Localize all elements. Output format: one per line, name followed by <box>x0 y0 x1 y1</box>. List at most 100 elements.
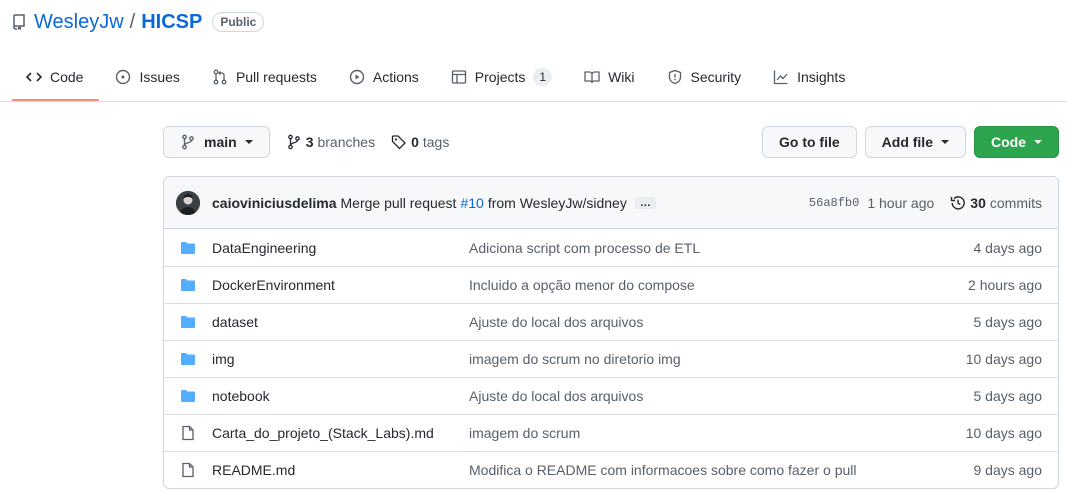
table-icon <box>451 69 467 85</box>
repo-nav-tabs: Code Issues Pull requests Actions Projec… <box>12 54 861 102</box>
file-row: DataEngineering Adiciona script com proce… <box>164 229 1058 266</box>
tabs-divider <box>0 101 1067 102</box>
commits-label: commits <box>989 194 1042 211</box>
code-button[interactable]: Code <box>974 126 1059 158</box>
file-age: 5 days ago <box>973 388 1043 404</box>
file-commit-message-link[interactable]: imagem do scrum no diretorio img <box>469 351 966 367</box>
chevron-down-icon <box>1034 140 1042 144</box>
repo-owner-link[interactable]: WesleyJw <box>34 11 124 34</box>
tab-actions[interactable]: Actions <box>333 54 435 100</box>
tab-label: Wiki <box>608 69 635 85</box>
branches-label: branches <box>317 134 376 150</box>
pull-request-icon <box>212 69 228 85</box>
code-icon <box>26 69 42 85</box>
commit-message-end[interactable]: from WesleyJw/sidney <box>488 195 627 211</box>
file-age: 5 days ago <box>973 314 1043 330</box>
tab-label: Issues <box>139 69 180 85</box>
file-navigation-toolbar: main 3 branches 0 tags Go to file Add fi… <box>163 126 1059 158</box>
tab-label: Projects <box>474 69 526 85</box>
commit-time: 1 hour ago <box>867 194 935 211</box>
branch-name: main <box>204 134 237 150</box>
repo-header: WesleyJw / HICSP Public <box>12 9 265 35</box>
file-age: 10 days ago <box>965 425 1042 441</box>
tag-icon <box>391 134 407 150</box>
file-age: 10 days ago <box>965 351 1042 367</box>
branch-icon <box>180 134 196 150</box>
file-row: README.md Modifica o README com informaco… <box>164 451 1058 488</box>
file-name-link[interactable]: dataset <box>212 314 469 330</box>
tab-label: Security <box>690 69 742 85</box>
commit-message[interactable]: Merge pull request <box>341 195 457 211</box>
file-name-link[interactable]: DataEngineering <box>212 240 469 256</box>
add-file-label: Add file <box>881 134 933 150</box>
file-commit-message-link[interactable]: Adiciona script com processo de ETL <box>469 240 974 256</box>
commit-sha-link[interactable]: 56a8fb0 <box>809 196 859 210</box>
graph-icon <box>773 69 789 85</box>
commit-author-link[interactable]: caioviniciusdelima <box>212 195 337 211</box>
file-age: 2 hours ago <box>968 277 1042 293</box>
folder-icon <box>180 240 196 256</box>
tab-wiki[interactable]: Wiki <box>568 54 650 100</box>
chevron-down-icon <box>941 140 949 144</box>
commit-pr-link[interactable]: #10 <box>460 195 483 211</box>
file-name-link[interactable]: notebook <box>212 388 469 404</box>
file-row: DockerEnvironment Incluido a opção menor … <box>164 266 1058 303</box>
tab-label: Actions <box>372 69 419 85</box>
projects-count-badge: 1 <box>533 68 553 86</box>
file-age: 9 days ago <box>973 462 1043 478</box>
branches-count: 3 <box>305 134 314 150</box>
file-name-link[interactable]: DockerEnvironment <box>212 277 469 293</box>
repo-icon <box>12 14 26 30</box>
play-icon <box>349 69 365 85</box>
branch-icon <box>286 134 302 150</box>
file-row: notebook Ajuste do local dos arquivos 5 da… <box>164 377 1058 414</box>
file-list: caioviniciusdelima Merge pull request #1… <box>163 176 1059 489</box>
folder-icon <box>180 388 196 404</box>
history-icon <box>950 195 966 211</box>
latest-commit-bar: caioviniciusdelima Merge pull request #1… <box>164 177 1058 229</box>
file-name-link[interactable]: img <box>212 351 469 367</box>
tab-label: Code <box>50 69 84 85</box>
branch-select-button[interactable]: main <box>163 126 270 158</box>
tab-code[interactable]: Code <box>12 54 100 101</box>
visibility-badge: Public <box>212 12 265 32</box>
add-file-button[interactable]: Add file <box>864 126 966 158</box>
commits-count: 30 <box>970 194 986 211</box>
folder-icon <box>180 277 196 293</box>
tab-label: Insights <box>797 69 846 85</box>
file-commit-message-link[interactable]: imagem do scrum <box>469 425 966 441</box>
issue-icon <box>115 69 131 85</box>
file-name-link[interactable]: Carta_do_projeto_(Stack_Labs).md <box>212 425 469 441</box>
chevron-down-icon <box>244 140 253 144</box>
tags-label: tags <box>422 134 450 150</box>
tags-link[interactable]: 0 tags <box>391 134 449 150</box>
repo-name-link[interactable]: HICSP <box>141 11 202 34</box>
tab-pull-requests[interactable]: Pull requests <box>196 54 333 100</box>
tab-issues[interactable]: Issues <box>99 54 195 100</box>
tab-insights[interactable]: Insights <box>757 54 861 100</box>
file-commit-message-link[interactable]: Ajuste do local dos arquivos <box>469 314 974 330</box>
go-to-file-button[interactable]: Go to file <box>761 126 857 158</box>
tab-label: Pull requests <box>235 69 317 85</box>
commits-history-link[interactable]: 30 commits <box>950 195 1042 211</box>
avatar[interactable] <box>176 190 200 215</box>
file-name-link[interactable]: README.md <box>212 462 469 478</box>
file-commit-message-link[interactable]: Incluido a opção menor do compose <box>469 277 968 293</box>
folder-icon <box>180 314 196 330</box>
code-button-label: Code <box>991 134 1026 150</box>
commit-expand-button[interactable]: … <box>634 196 656 209</box>
branches-link[interactable]: 3 branches <box>286 134 375 150</box>
file-commit-message-link[interactable]: Modifica o README com informacoes sobre … <box>469 462 974 478</box>
file-commit-message-link[interactable]: Ajuste do local dos arquivos <box>469 388 974 404</box>
file-rows: DataEngineering Adiciona script com proce… <box>164 229 1058 488</box>
file-row: img imagem do scrum no diretorio img 10 da… <box>164 340 1058 377</box>
book-icon <box>584 69 600 85</box>
tab-projects[interactable]: Projects 1 <box>435 54 568 100</box>
repo-separator: / <box>129 10 136 33</box>
tab-security[interactable]: Security <box>651 54 758 100</box>
file-age: 4 days ago <box>973 239 1043 256</box>
file-icon <box>180 425 196 441</box>
file-icon <box>180 462 196 478</box>
folder-icon <box>180 351 196 367</box>
tags-count: 0 <box>411 134 419 150</box>
